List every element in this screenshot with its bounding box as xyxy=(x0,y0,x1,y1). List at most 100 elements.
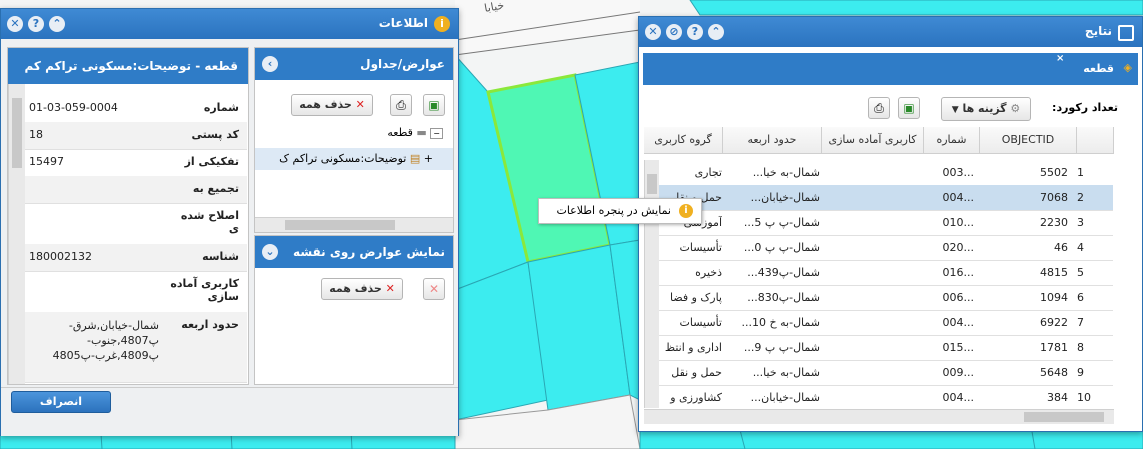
expand-icon[interactable]: › xyxy=(262,56,278,72)
tab-close-icon[interactable]: × xyxy=(1056,53,1064,64)
table-cell-bounds: شمال-به خ 10... xyxy=(741,316,820,329)
tab-parcel-label: قطعه xyxy=(1083,62,1114,75)
table-cell-objectid: 384 xyxy=(1047,391,1068,404)
attribute-key: تفکیکی از xyxy=(184,155,239,168)
table-cell-objectid: 1094 xyxy=(1040,291,1068,304)
attribute-row: تفکیکی از 15497 xyxy=(25,149,247,177)
info-window-footer: انصراف xyxy=(1,387,458,436)
table-cell-number: 004... xyxy=(942,391,975,404)
clear-all-button[interactable]: ✕ حذف همه xyxy=(291,94,373,116)
attribute-key: اصلاح شده ی xyxy=(180,209,239,235)
export-icon[interactable]: ▣ xyxy=(898,97,920,119)
table-row[interactable]: 8 1781 015... شمال-پ پ 9... اداری و انتظ xyxy=(658,335,1113,361)
info-window-titlebar[interactable]: i اطلاعات ✕ ? ⌃ xyxy=(1,9,458,39)
table-cell-group: پارک و فضا xyxy=(669,291,722,304)
table-row[interactable]: 1 5502 003... شمال-به خیا... تجاری xyxy=(658,160,1113,186)
col-header-bounds[interactable]: حدود اربعه xyxy=(723,127,822,154)
table-cell-prep xyxy=(823,185,923,210)
table-row[interactable]: 3 2230 010... شمال-پ پ 5... آموزشی xyxy=(658,210,1113,236)
cancel-button[interactable]: انصراف xyxy=(11,391,111,413)
table-cell-bounds: شمال-به خیا... xyxy=(752,366,820,379)
table-cell-objectid: 46 xyxy=(1054,241,1068,254)
collapse-icon[interactable]: ⌃ xyxy=(708,24,724,40)
expand-tree-icon[interactable]: + xyxy=(424,152,433,165)
attributes-scrollbar[interactable] xyxy=(8,84,25,384)
table-cell-prep xyxy=(823,260,923,285)
map-features-header-title: نمایش عوارض روی نقشه xyxy=(293,245,445,259)
table-cell-objectid: 1781 xyxy=(1040,341,1068,354)
tab-parcel[interactable]: ◈ قطعه × xyxy=(1052,53,1138,85)
table-cell-prep xyxy=(823,285,923,310)
table-cell-number: 004... xyxy=(942,316,975,329)
col-header-bounds-label: حدود اربعه xyxy=(747,133,797,146)
tree-child[interactable]: + ▤ توضیحات:مسکونی تراکم ک xyxy=(255,148,453,170)
attribute-value: 01-03-059-0004 xyxy=(29,101,118,114)
results-icon xyxy=(1118,25,1134,41)
table-row[interactable]: 6 1094 006... شمال-پ830... پارک و فضا xyxy=(658,285,1113,311)
table-row[interactable]: 7 6922 004... شمال-به خ 10... تأسیسات xyxy=(658,310,1113,336)
col-header-prep-label: کاربری آماده سازی xyxy=(828,133,917,146)
table-row[interactable]: 5 4815 016... شمال-پ439... ذخیره xyxy=(658,260,1113,286)
table-cell-n: 6 xyxy=(1077,291,1084,304)
col-header-objectid-label: OBJECTID xyxy=(1001,133,1055,146)
print-icon[interactable]: ⎙ xyxy=(390,94,412,116)
info-window-title: اطلاعات xyxy=(378,16,428,30)
table-cell-group: تأسیسات xyxy=(679,316,722,329)
attribute-row: کد پستی 18 xyxy=(25,122,247,150)
chevron-down-icon[interactable]: ⌄ xyxy=(262,244,278,260)
table-row[interactable]: 10 384 004... شمال-خیابان... کشاورزی و xyxy=(658,385,1113,411)
table-cell-n: 8 xyxy=(1077,341,1084,354)
options-dropdown[interactable]: ⚙ گزینه ها ▼ xyxy=(941,97,1031,121)
collapse-icon[interactable]: ⌃ xyxy=(49,16,65,32)
table-cell-prep xyxy=(823,360,923,385)
table-cell-number: 004... xyxy=(942,191,975,204)
table-cell-number: 003... xyxy=(942,166,975,179)
table-cell-prep xyxy=(823,210,923,235)
map-features-header: نمایش عوارض روی نقشه ⌄ xyxy=(255,236,453,268)
col-header-prep-landuse[interactable]: کاربری آماده سازی xyxy=(822,127,924,154)
col-header-group[interactable]: گروه کاربری xyxy=(644,127,723,154)
grid-hscrollbar[interactable] xyxy=(644,409,1114,424)
export-icon[interactable]: ▣ xyxy=(423,94,445,116)
table-cell-bounds: شمال-پ830... xyxy=(747,291,820,304)
record-count-label: تعداد رکورد: xyxy=(1052,101,1118,114)
features-hscrollbar[interactable] xyxy=(255,217,453,232)
attribute-key: کاربری آماده سازی xyxy=(170,277,239,303)
clear-all-label: حذف همه xyxy=(299,98,352,111)
table-cell-bounds: شمال-خیابان... xyxy=(750,191,820,204)
table-cell-n: 7 xyxy=(1077,316,1084,329)
col-header-index xyxy=(1077,127,1114,154)
tree-child-label: توضیحات:مسکونی تراکم ک xyxy=(279,152,407,165)
delete-icon[interactable]: ✕ xyxy=(423,278,445,300)
col-header-objectid[interactable]: OBJECTID xyxy=(980,127,1077,154)
clear-all-button-2[interactable]: ✕ حذف همه xyxy=(321,278,403,300)
help-icon[interactable]: ? xyxy=(28,16,44,32)
table-cell-objectid: 2230 xyxy=(1040,216,1068,229)
attribute-row: تجمیع به xyxy=(25,176,247,204)
close-icon[interactable]: ✕ xyxy=(7,16,23,32)
attribute-value: شمال-خیابان,شرق-پ4807,جنوب-پ4809,غرب-پ48… xyxy=(52,319,159,362)
minimize-icon[interactable]: ⊘ xyxy=(666,24,682,40)
table-cell-objectid: 6922 xyxy=(1040,316,1068,329)
table-row[interactable]: 4 46 020... شمال-پ پ 0... تأسیسات xyxy=(658,235,1113,261)
results-toolbar: تعداد رکورد: 296 xyxy=(643,91,1138,125)
tree-root-label: قطعه xyxy=(387,126,413,139)
tree-root[interactable]: − ▬ قطعه xyxy=(387,126,443,139)
delete-icon: ✕ xyxy=(385,282,395,295)
table-cell-group: کشاورزی و xyxy=(670,391,722,404)
attribute-value: 18 xyxy=(29,128,43,141)
collapse-tree-icon[interactable]: − xyxy=(430,128,443,139)
col-header-number[interactable]: شماره xyxy=(924,127,980,154)
table-cell-bounds: شمال-خیابان... xyxy=(750,391,820,404)
close-icon[interactable]: ✕ xyxy=(645,24,661,40)
table-row[interactable]: 27068004...شمال-خیابان...حمل و نقل xyxy=(658,185,1113,211)
results-window-titlebar[interactable]: نتایج ✕ ⊘ ? ⌃ xyxy=(639,17,1142,47)
table-cell-objectid: 5502 xyxy=(1040,166,1068,179)
help-icon[interactable]: ? xyxy=(687,24,703,40)
chevron-down-icon: ▼ xyxy=(951,105,959,115)
col-header-number-label: شماره xyxy=(936,133,967,146)
print-icon[interactable]: ⎙ xyxy=(868,97,890,119)
table-cell-prep xyxy=(823,160,923,185)
table-cell-prep xyxy=(823,335,923,360)
table-row[interactable]: 9 5648 009... شمال-به خیا... حمل و نقل xyxy=(658,360,1113,386)
